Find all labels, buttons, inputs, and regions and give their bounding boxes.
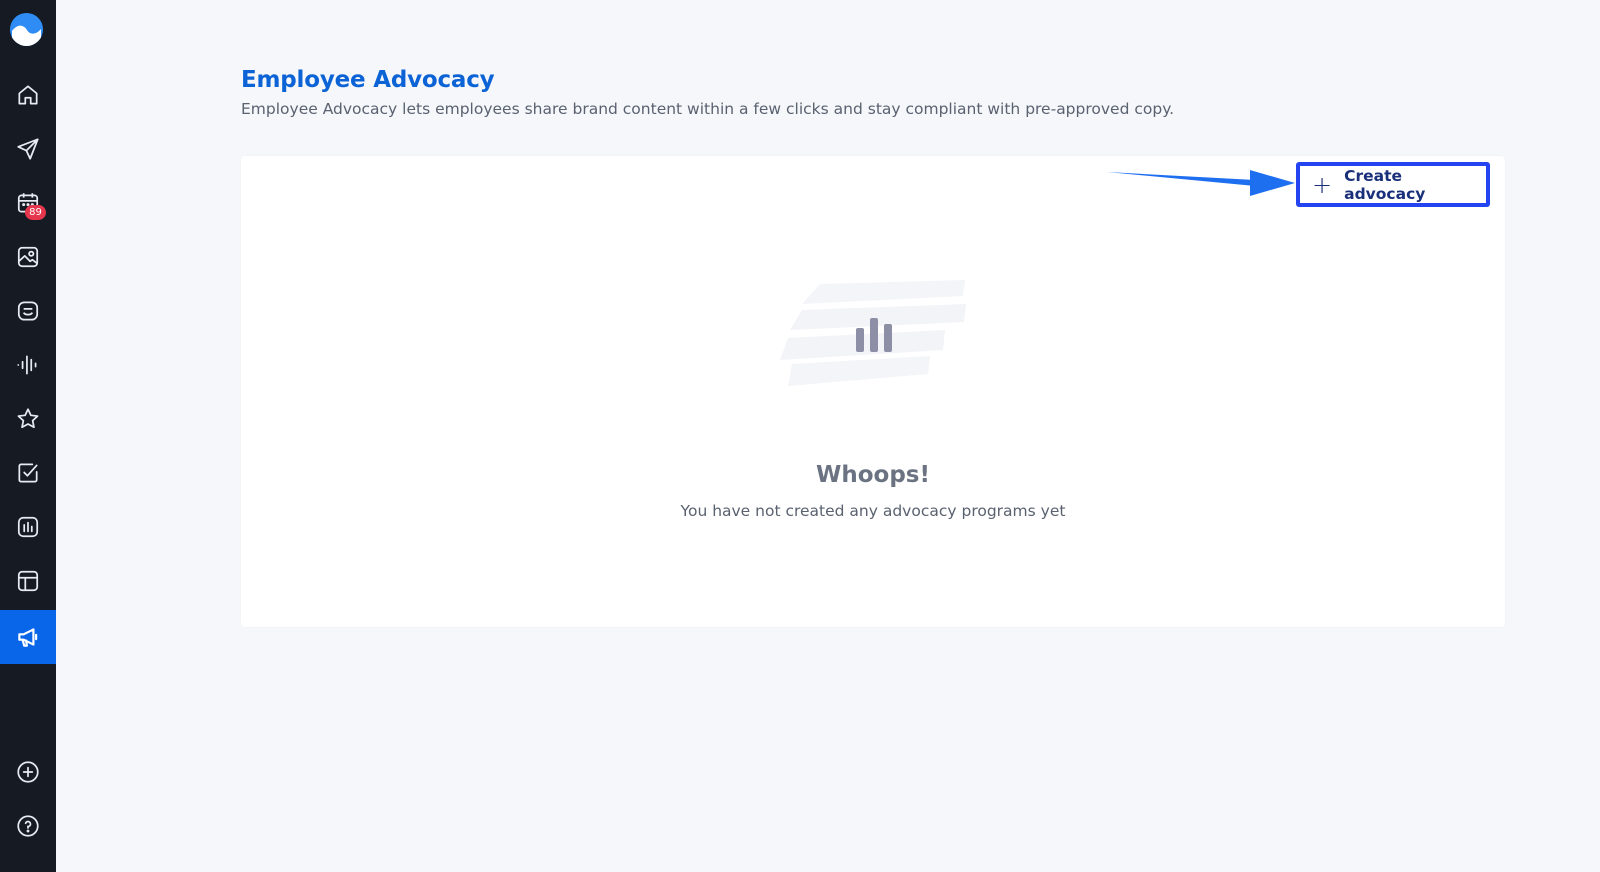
megaphone-icon: [18, 628, 38, 647]
nav-advocacy[interactable]: [0, 610, 56, 664]
nav-analytics[interactable]: [0, 500, 56, 554]
nav-tasks[interactable]: [0, 446, 56, 500]
bar-chart-icon: [780, 280, 966, 386]
star-icon: [17, 408, 39, 429]
nav-media[interactable]: [0, 230, 56, 284]
empty-state-message: You have not created any advocacy progra…: [680, 502, 1066, 520]
nav-publish[interactable]: [0, 122, 56, 176]
page-title: Employee Advocacy: [241, 67, 495, 93]
sidebar: 89: [0, 0, 56, 872]
help-icon: [17, 815, 39, 837]
analytics-icon: [17, 516, 39, 538]
tasks-icon: [18, 463, 38, 483]
inbox-icon: [17, 301, 39, 321]
layout-icon: [17, 570, 39, 592]
listening-icon: [17, 355, 37, 375]
page-description: Employee Advocacy lets employees share b…: [241, 100, 1175, 118]
nav-home[interactable]: [0, 68, 56, 122]
nav-calendar[interactable]: 89: [0, 176, 56, 230]
nav-favorites[interactable]: [0, 392, 56, 446]
notification-badge: 89: [25, 205, 46, 220]
create-advocacy-button[interactable]: + Create advocacy: [1296, 162, 1490, 207]
add-circle-icon: [17, 761, 39, 783]
nav-listening[interactable]: [0, 338, 56, 392]
home-icon: [18, 85, 38, 105]
app-logo[interactable]: [10, 13, 43, 46]
plus-icon: +: [1312, 170, 1333, 199]
send-icon: [17, 138, 39, 160]
annotation-arrow-icon: [1107, 170, 1295, 196]
nav-help[interactable]: [0, 799, 56, 853]
nav-layout[interactable]: [0, 554, 56, 608]
create-advocacy-label: Create advocacy: [1344, 166, 1426, 203]
nav-inbox[interactable]: [0, 284, 56, 338]
empty-state-title: Whoops!: [816, 462, 930, 488]
nav-add[interactable]: [0, 745, 56, 799]
media-library-icon: [17, 246, 39, 268]
